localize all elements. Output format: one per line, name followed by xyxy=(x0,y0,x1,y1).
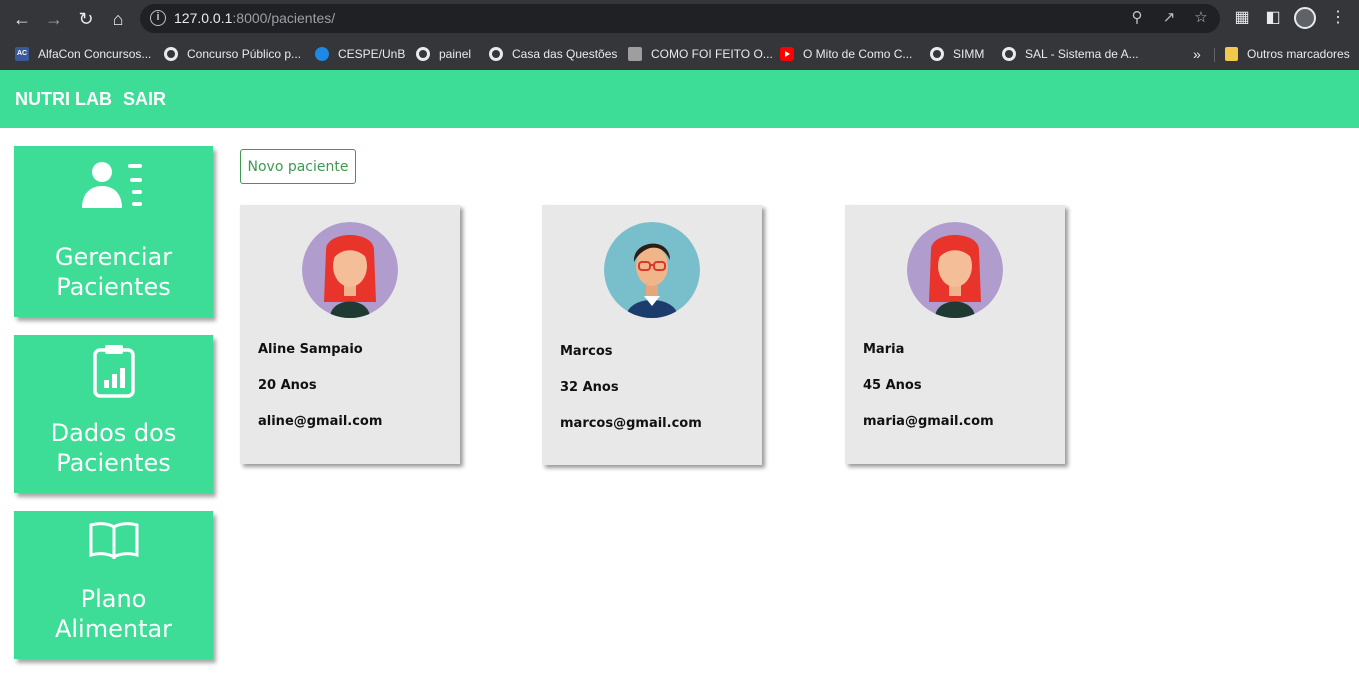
bookmark-label: AlfaCon Concursos... xyxy=(38,47,152,61)
sidebar-label-line: Gerenciar xyxy=(54,243,173,271)
sidebar-label-line: Pacientes xyxy=(56,273,171,301)
bookmark-label: COMO FOI FEITO O... xyxy=(651,47,773,61)
home-icon[interactable]: ⌂ xyxy=(106,7,130,31)
url-path: :8000/pacientes/ xyxy=(232,10,336,26)
bookmark-label: CESPE/UnB xyxy=(338,47,406,61)
bookmark-item[interactable]: O Mito de Como C... xyxy=(780,44,912,64)
bookmark-label: SAL - Sistema de A... xyxy=(1025,47,1139,61)
open-book-icon xyxy=(14,521,213,559)
patient-email: marcos@gmail.com xyxy=(560,416,702,431)
sidebar-label-line: Plano xyxy=(80,585,147,613)
alfacon-icon: AC xyxy=(15,47,29,61)
address-bar[interactable]: i 127.0.0.1:8000/pacientes/ ⚲ ↗ ☆ xyxy=(140,4,1220,33)
bookmark-item[interactable]: painel xyxy=(416,44,471,64)
patient-age: 45 Anos xyxy=(863,378,922,393)
menu-kebab-icon[interactable]: ⋮ xyxy=(1328,8,1348,28)
patient-email: maria@gmail.com xyxy=(863,414,994,429)
bookmark-item[interactable]: Casa das Questões xyxy=(489,44,617,64)
sidebar-label-line: Alimentar xyxy=(54,615,173,643)
forward-arrow-icon[interactable]: → xyxy=(42,7,66,31)
bookmark-label: Concurso Público p... xyxy=(187,47,302,61)
bookmark-item[interactable]: Concurso Público p... xyxy=(164,44,301,64)
globe-icon xyxy=(164,47,178,61)
extensions-puzzle-icon[interactable]: ▦ xyxy=(1232,8,1252,28)
sidebar-item-label: Plano Alimentar xyxy=(14,584,213,644)
bookmark-label: painel xyxy=(439,47,472,61)
brand-logo-text[interactable]: NUTRI LAB xyxy=(15,89,112,110)
female-avatar xyxy=(302,222,398,318)
patient-email: aline@gmail.com xyxy=(258,414,383,429)
clipboard-chart-icon xyxy=(14,344,213,398)
sidebar-item-patient-data[interactable]: Dados dos Pacientes xyxy=(14,335,213,493)
users-list-icon xyxy=(14,160,213,212)
share-icon[interactable]: ↗ xyxy=(1160,9,1178,27)
bookmark-item[interactable]: COMO FOI FEITO O... xyxy=(628,44,773,64)
cespe-icon xyxy=(315,47,329,61)
profile-avatar[interactable] xyxy=(1294,7,1316,29)
bookmark-item[interactable]: CESPE/UnB xyxy=(315,44,405,64)
bookmarks-bar: AC AlfaCon Concursos... Concurso Público … xyxy=(0,38,1359,70)
sidebar-item-manage-patients[interactable]: Gerenciar Pacientes xyxy=(14,146,213,317)
side-panel-icon[interactable]: ◧ xyxy=(1263,8,1283,28)
female-avatar xyxy=(907,222,1003,318)
patient-card[interactable]: Marcos 32 Anos marcos@gmail.com xyxy=(542,205,762,465)
new-patient-button[interactable]: Novo paciente xyxy=(240,149,356,184)
folder-icon xyxy=(1225,47,1238,61)
bookmark-item[interactable]: SIMM xyxy=(930,44,984,64)
patient-age: 20 Anos xyxy=(258,378,317,393)
sidebar-item-meal-plan[interactable]: Plano Alimentar xyxy=(14,511,213,659)
back-arrow-icon[interactable]: ← xyxy=(10,7,34,31)
video-icon xyxy=(628,47,642,61)
patient-age: 32 Anos xyxy=(560,380,619,395)
zoom-search-icon[interactable]: ⚲ xyxy=(1128,9,1146,27)
sidebar-item-label: Gerenciar Pacientes xyxy=(14,242,213,302)
globe-icon xyxy=(489,47,503,61)
patient-card[interactable]: Aline Sampaio 20 Anos aline@gmail.com xyxy=(240,205,460,464)
patient-name: Aline Sampaio xyxy=(258,342,363,357)
logout-link[interactable]: SAIR xyxy=(123,89,166,110)
bookmark-label: SIMM xyxy=(953,47,985,61)
bookmark-item[interactable]: SAL - Sistema de A... xyxy=(1002,44,1139,64)
globe-icon xyxy=(416,47,430,61)
bookmark-label: O Mito de Como C... xyxy=(803,47,913,61)
other-bookmarks-label: Outros marcadores xyxy=(1247,47,1350,61)
youtube-icon xyxy=(780,47,794,61)
browser-chrome: ← → ↻ ⌂ i 127.0.0.1:8000/pacientes/ ⚲ ↗ … xyxy=(0,0,1359,70)
reload-icon[interactable]: ↻ xyxy=(74,7,98,31)
patient-name: Marcos xyxy=(560,344,613,359)
globe-icon xyxy=(1002,47,1016,61)
bookmarks-overflow-chevron-icon[interactable]: » xyxy=(1193,44,1201,64)
sidebar-item-label: Dados dos Pacientes xyxy=(14,418,213,478)
male-avatar xyxy=(604,222,700,318)
globe-icon xyxy=(930,47,944,61)
sidebar-label-line: Pacientes xyxy=(56,449,171,477)
bookmark-star-icon[interactable]: ☆ xyxy=(1192,9,1210,27)
patient-name: Maria xyxy=(863,342,905,357)
other-bookmarks[interactable]: Outros marcadores xyxy=(1225,44,1350,64)
sidebar-label-line: Dados dos xyxy=(50,419,177,447)
bookmark-item[interactable]: AC AlfaCon Concursos... xyxy=(15,44,151,64)
browser-toolbar: ← → ↻ ⌂ i 127.0.0.1:8000/pacientes/ ⚲ ↗ … xyxy=(0,0,1359,38)
address-url[interactable]: 127.0.0.1:8000/pacientes/ xyxy=(174,10,335,26)
patient-card[interactable]: Maria 45 Anos maria@gmail.com xyxy=(845,205,1065,464)
bookmarks-divider xyxy=(1214,48,1215,62)
app-header: NUTRI LAB SAIR xyxy=(0,70,1359,128)
overflow-label: » xyxy=(1193,46,1201,62)
url-host: 127.0.0.1 xyxy=(174,10,233,26)
site-info-icon[interactable]: i xyxy=(150,10,166,26)
bookmark-label: Casa das Questões xyxy=(512,47,618,61)
